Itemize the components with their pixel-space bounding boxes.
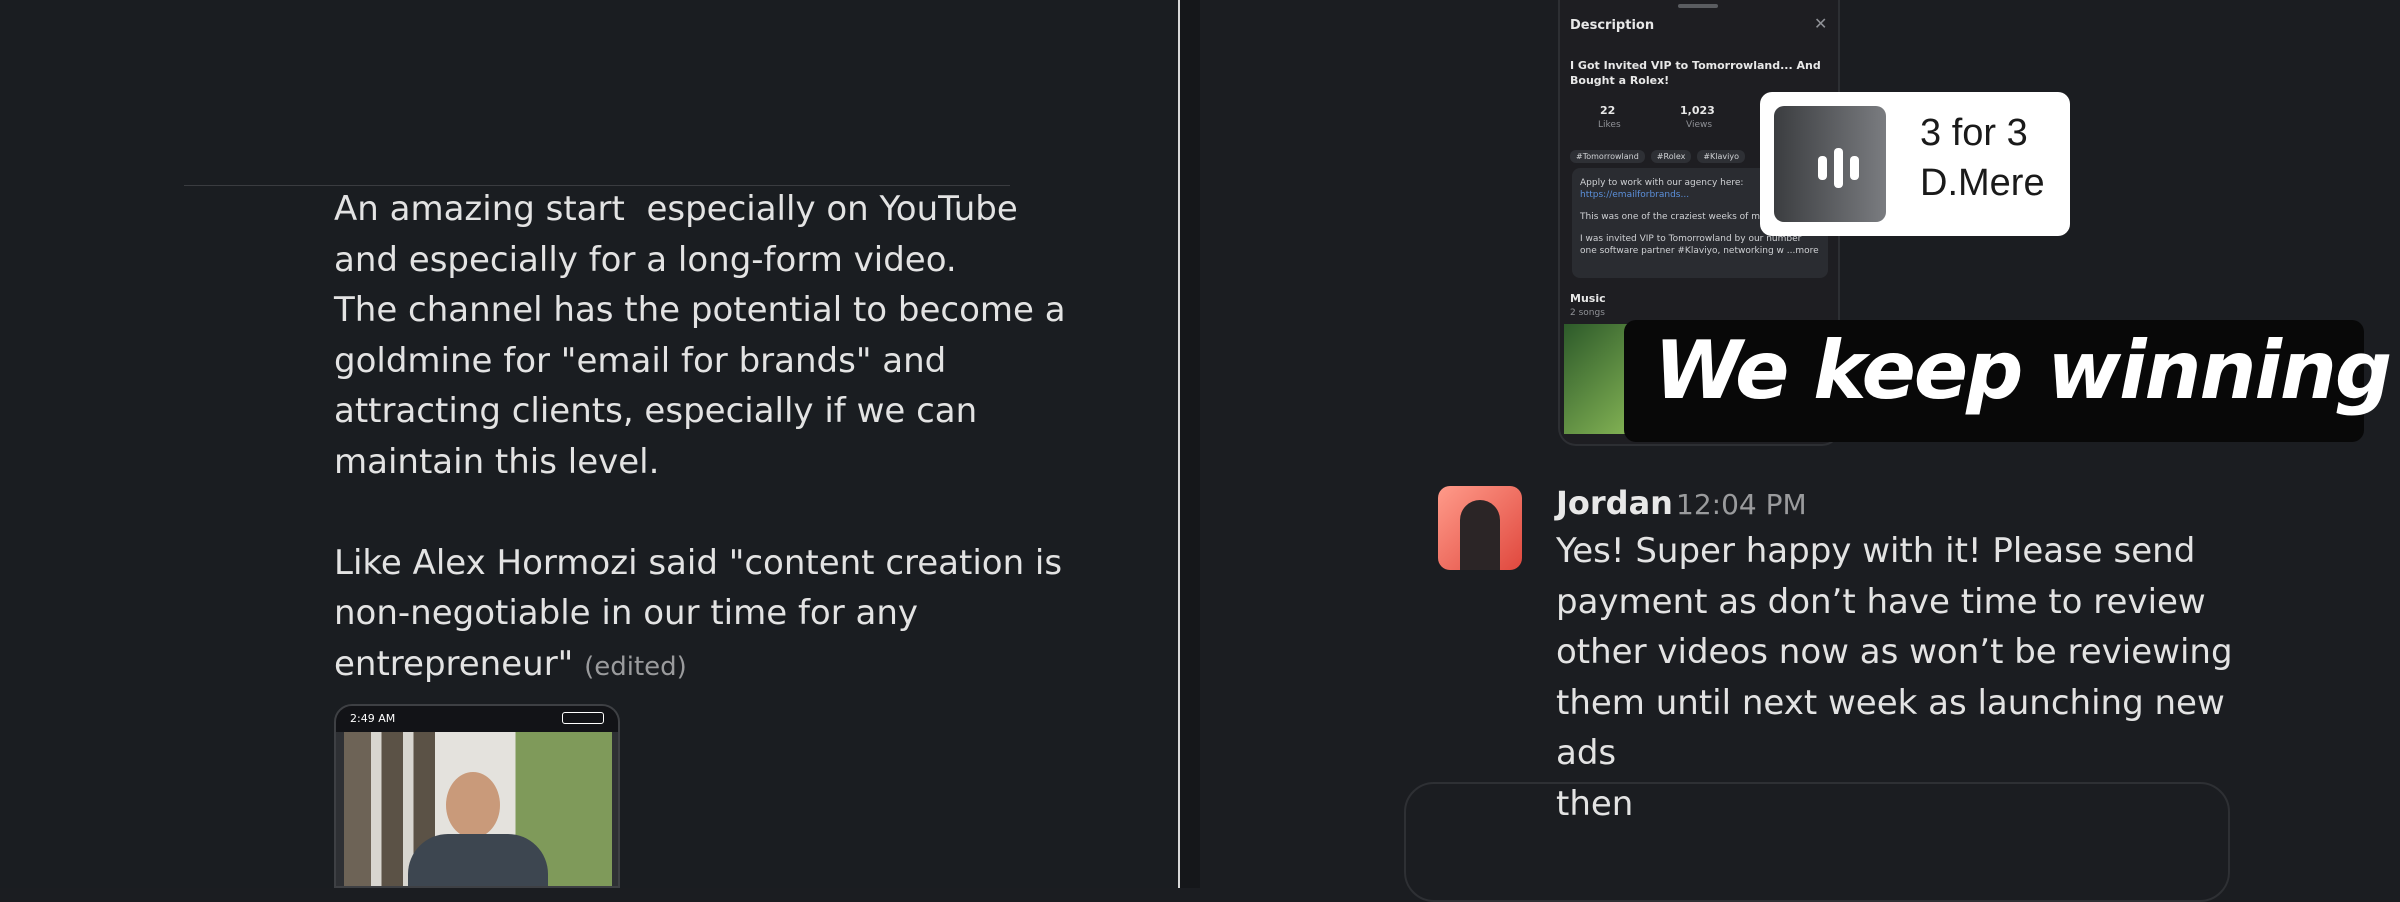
thumbnail-photo <box>344 732 612 886</box>
audio-title: 3 for 3 <box>1920 112 2028 154</box>
likes-value: 22 <box>1600 104 1616 117</box>
status-time: 2:49 AM <box>350 712 396 725</box>
body-line: This was one of the craziest weeks of m <box>1580 212 1760 222</box>
audio-popup[interactable]: 3 for 3 D.Mere <box>1760 92 2070 236</box>
description-heading: Description <box>1570 18 1655 33</box>
panel-divider <box>1178 0 1200 888</box>
reply-line: Yes! Super happy with it! Please send <box>1556 531 2196 571</box>
battery-icon <box>562 712 604 724</box>
tag-chip[interactable]: #Rolex <box>1650 150 1692 163</box>
tag-chip[interactable]: #Tomorrowland <box>1570 150 1645 163</box>
body-line: one software partner #Klaviyo, networkin… <box>1580 246 1819 256</box>
views-label: Views <box>1686 120 1713 130</box>
phone-status-bar: 2:49 AM <box>336 706 618 732</box>
tag-chip[interactable]: #Klaviyo <box>1697 150 1746 163</box>
message-line <box>334 487 1134 538</box>
video-thumbnail[interactable]: 2:49 AM <box>334 704 620 888</box>
views-value: 1,023 <box>1680 104 1715 117</box>
message-line: An amazing start especially on YouTube <box>334 189 1018 229</box>
banner-text: We keep winning <box>1654 324 2392 417</box>
message-author[interactable]: Jordan <box>1556 484 1673 522</box>
person-head <box>446 772 500 838</box>
music-sub: 2 songs <box>1570 308 1605 318</box>
message-line: Like Alex Hormozi said "content creation… <box>334 542 1063 583</box>
message-composer[interactable] <box>1404 782 2230 902</box>
video-title: I Got Invited VIP to Tomorrowland... And… <box>1570 59 1821 87</box>
message-line: The channel has the potential to become … <box>334 290 1066 330</box>
music-heading: Music <box>1570 292 1606 305</box>
message-timestamp[interactable]: 12:04 PM <box>1676 488 1807 521</box>
reply-line: other videos now as won’t be reviewing <box>1556 632 2233 672</box>
body-link[interactable]: https://emailforbrands... <box>1580 190 1689 200</box>
avatar-figure <box>1460 500 1500 570</box>
edited-label: (edited) <box>584 651 687 682</box>
tag-list: #Tomorrowland #Rolex #Klaviyo <box>1570 144 1751 163</box>
message-line: non-negotiable in our time for any <box>334 593 919 633</box>
message-line: goldmine for "email for brands" and <box>334 340 947 381</box>
message-last-line: entrepreneur" (edited) <box>334 639 1134 693</box>
audio-cover-image <box>1774 106 1886 222</box>
message-body: An amazing start especially on YouTube a… <box>334 184 1134 692</box>
close-icon[interactable]: ✕ <box>1814 14 1827 33</box>
person-body <box>408 834 548 886</box>
likes-label: Likes <box>1598 120 1621 130</box>
message-line: and especially for a long-form video. <box>334 239 957 280</box>
drag-handle[interactable] <box>1678 4 1718 8</box>
message-line: entrepreneur" <box>334 643 574 684</box>
reply-line: payment as don’t have time to review <box>1556 581 2206 622</box>
avatar[interactable] <box>1438 486 1522 570</box>
message-line: maintain this level. <box>334 441 660 482</box>
body-line: Apply to work with our agency here: <box>1580 178 1744 188</box>
reply-line: them until next week as launching new ad… <box>1556 682 2236 774</box>
audio-artist: D.Mere <box>1920 162 2045 204</box>
banner-caption: We keep winning <box>1624 320 2392 442</box>
message-line: attracting clients, especially if we can <box>334 391 978 431</box>
left-chat-panel: An amazing start especially on YouTube a… <box>0 0 1178 888</box>
